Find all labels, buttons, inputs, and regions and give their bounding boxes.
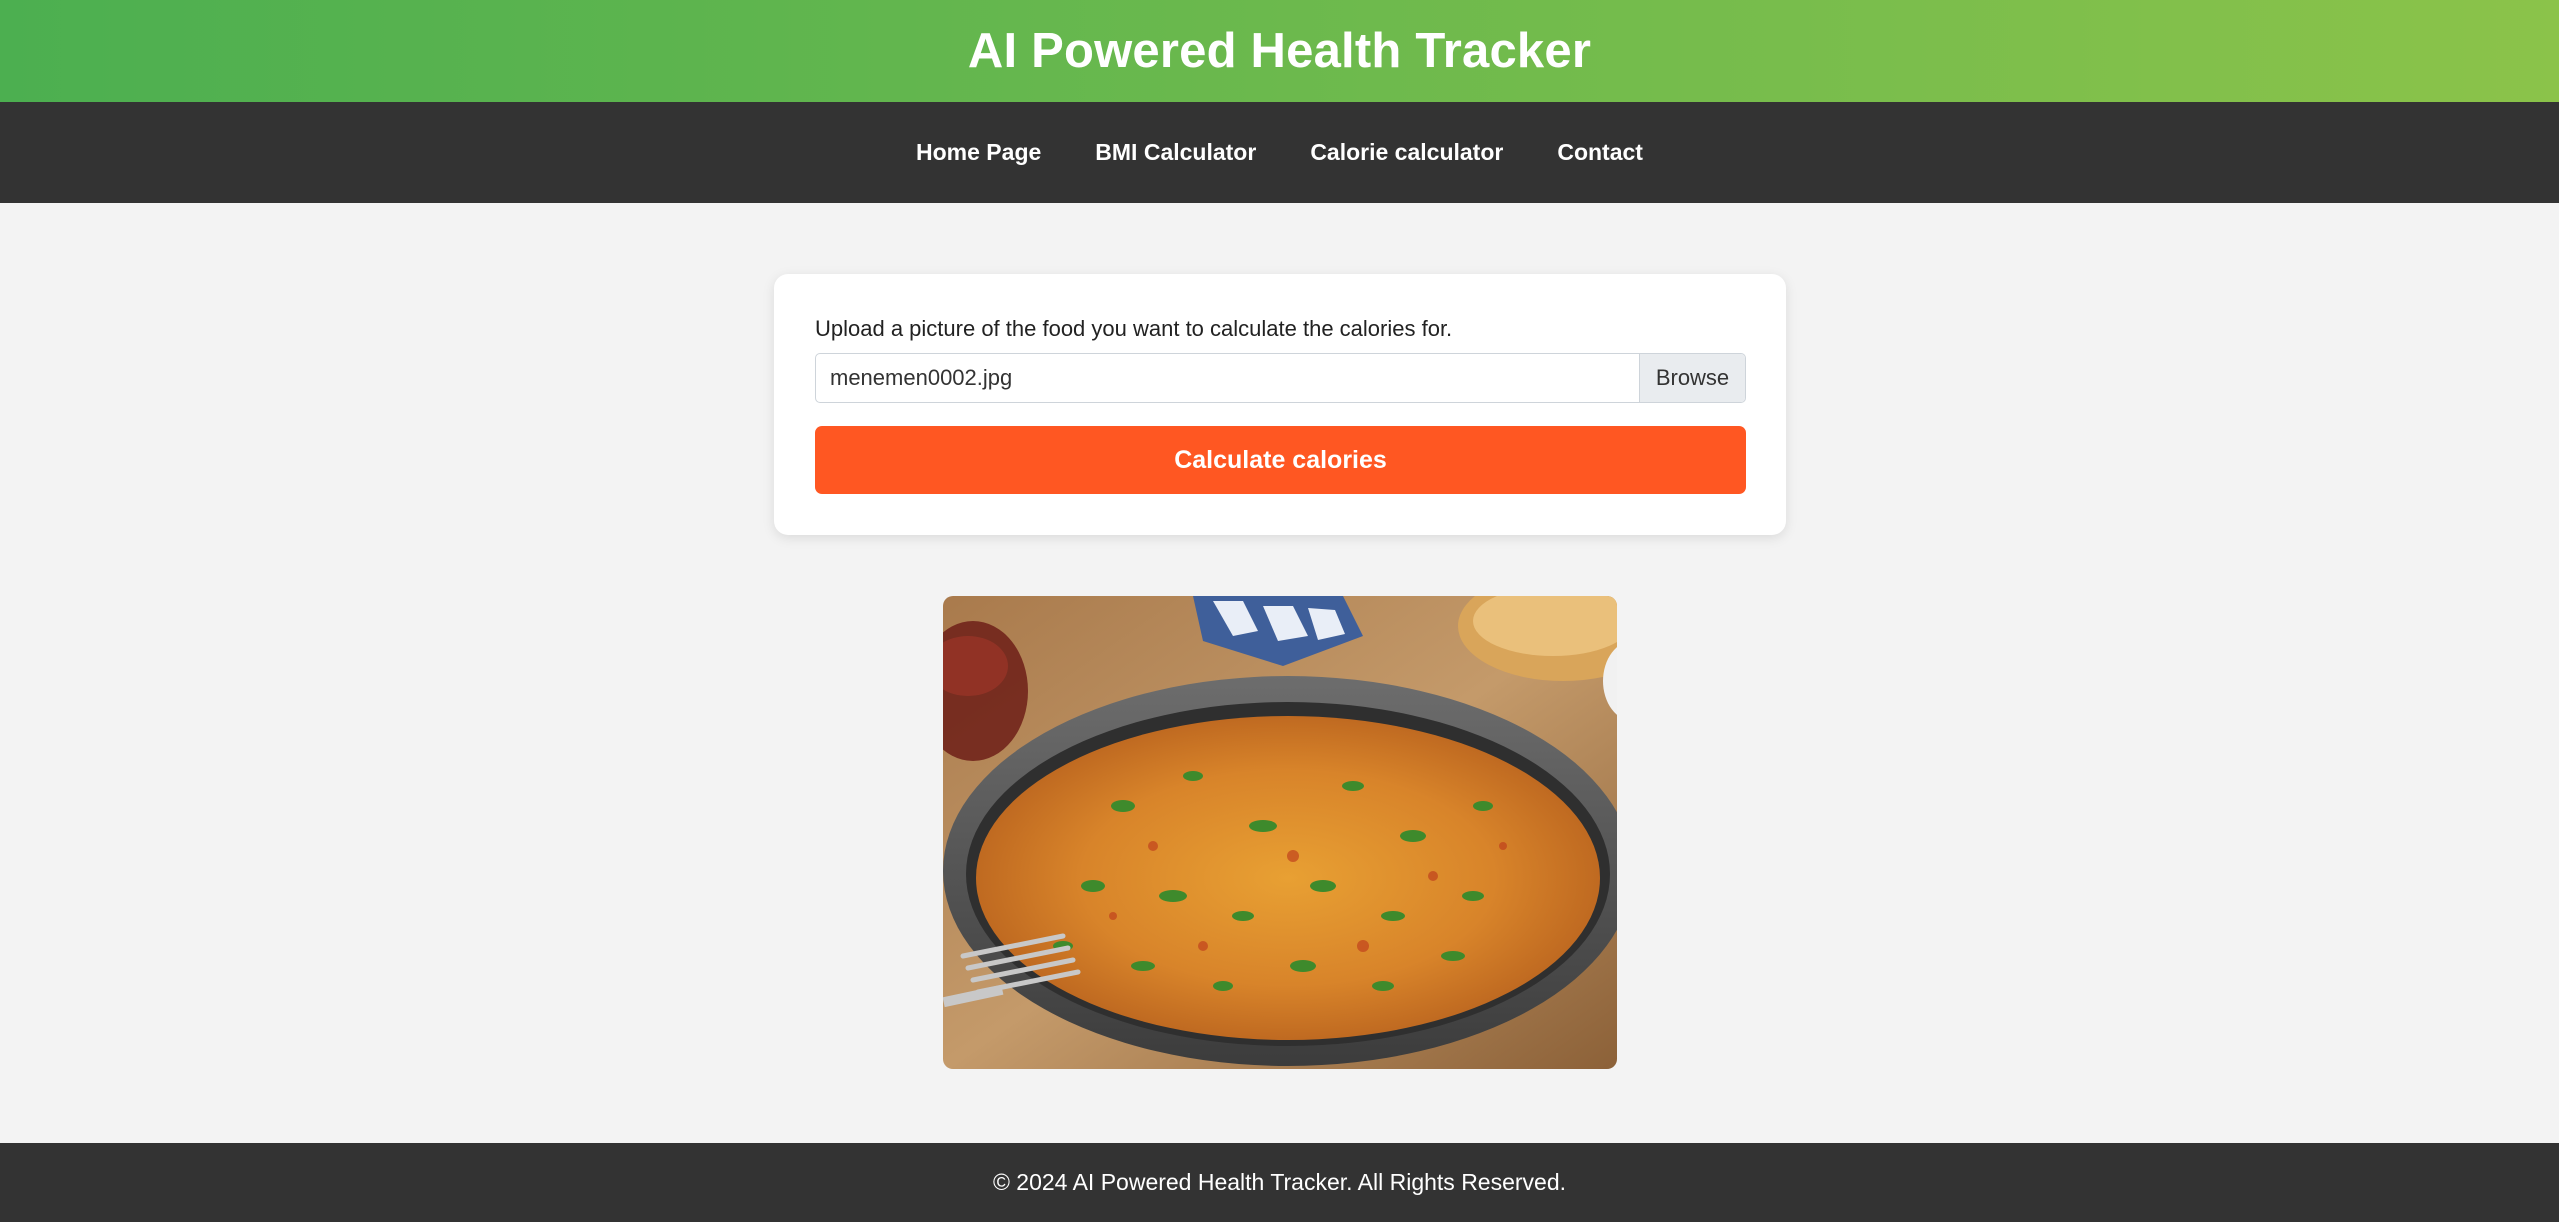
site-footer: © 2024 AI Powered Health Tracker. All Ri…: [0, 1143, 2559, 1222]
upload-card: Upload a picture of the food you want to…: [774, 274, 1786, 535]
calculate-calories-button[interactable]: Calculate calories: [815, 426, 1746, 494]
nav-calorie-calculator[interactable]: Calorie calculator: [1310, 139, 1503, 166]
food-photo-image: [943, 596, 1617, 1069]
file-name-display[interactable]: menemen0002.jpg: [816, 354, 1639, 402]
nav-bmi-calculator[interactable]: BMI Calculator: [1095, 139, 1256, 166]
file-input[interactable]: menemen0002.jpg Browse: [815, 353, 1746, 403]
site-title: AI Powered Health Tracker: [967, 24, 1592, 78]
footer-copyright: © 2024 AI Powered Health Tracker. All Ri…: [992, 1169, 1567, 1195]
nav-contact[interactable]: Contact: [1557, 139, 1643, 166]
nav-home-page[interactable]: Home Page: [916, 139, 1041, 166]
food-photo: [943, 596, 1617, 1069]
upload-instructions: Upload a picture of the food you want to…: [815, 316, 1453, 341]
main-nav: Home Page BMI Calculator Calorie calcula…: [0, 102, 2559, 203]
site-header: AI Powered Health Tracker: [0, 0, 2559, 102]
browse-button[interactable]: Browse: [1639, 354, 1745, 402]
